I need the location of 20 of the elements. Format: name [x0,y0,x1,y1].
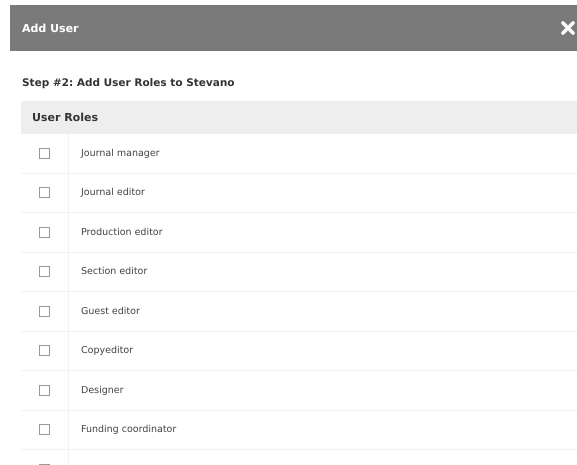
table-header: User Roles [21,101,577,134]
role-label: Journal manager [80,148,160,159]
dialog-title: Add User [22,22,78,34]
role-checkbox[interactable] [39,148,50,159]
role-checkbox[interactable] [39,384,50,396]
role-label: Section editor [80,266,148,278]
role-checkbox[interactable] [39,187,50,198]
role-checkbox[interactable] [39,226,50,238]
role-checkbox[interactable] [39,306,50,317]
role-label: Production editor [80,226,163,238]
role-label: Copyeditor [80,345,134,356]
step-heading: Step #2: Add User Roles to Stevano [22,77,236,89]
role-checkbox[interactable] [39,424,50,436]
role-label: Funding coordinator [80,424,176,436]
role-checkbox[interactable] [39,345,50,356]
close-icon[interactable] [561,21,575,35]
role-checkbox[interactable] [39,266,50,278]
role-label: Guest editor [80,306,140,317]
role-label: Designer [80,384,124,396]
role-label: Journal editor [80,187,145,198]
